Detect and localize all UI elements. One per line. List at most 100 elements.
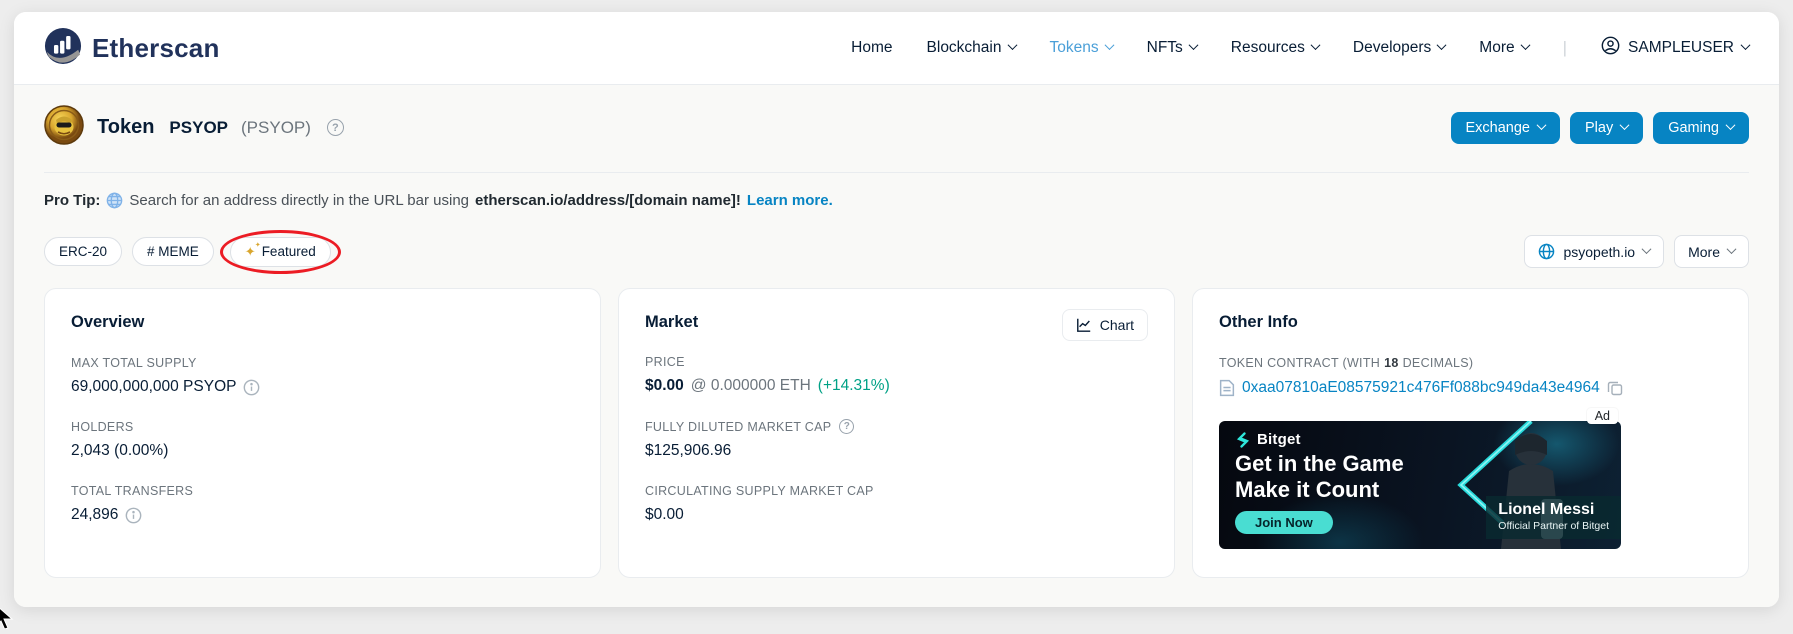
join-now-button[interactable]: Join Now: [1235, 510, 1333, 534]
token-actions: psyopeth.io More: [1524, 235, 1749, 268]
tag-featured[interactable]: ✦ Featured: [229, 236, 331, 267]
holders-label: HOLDERS: [71, 420, 134, 434]
gaming-button[interactable]: Gaming: [1653, 111, 1749, 144]
chevron-down-icon: [1520, 40, 1531, 51]
total-transfers-field: TOTAL TRANSFERS 24,896: [71, 484, 574, 524]
nav-item-more[interactable]: More: [1479, 39, 1531, 57]
top-navbar: Etherscan Home Blockchain Tokens NFTs Re…: [14, 12, 1779, 85]
other-info-card: Other Info TOKEN CONTRACT (WITH 18 DECIM…: [1192, 288, 1749, 578]
pro-tip-prefix: Pro Tip:: [44, 192, 101, 209]
token-tags: ERC-20 # MEME ✦ Featured: [44, 229, 341, 274]
contract-label-pre: TOKEN CONTRACT (WITH: [1219, 356, 1381, 370]
ad-brand-name: Bitget: [1257, 431, 1301, 448]
max-total-supply-label: MAX TOTAL SUPPLY: [71, 356, 197, 370]
ad-person-subtitle: Official Partner of Bitget: [1498, 520, 1609, 532]
token-symbol: (PSYOP): [241, 117, 311, 137]
overview-title: Overview: [71, 313, 145, 331]
fdmc-field: FULLY DILUTED MARKET CAP $125,906.96: [645, 419, 1148, 460]
chevron-down-icon: [1104, 40, 1115, 51]
chevron-down-icon: [1641, 243, 1652, 254]
document-icon: [1219, 379, 1235, 397]
info-icon[interactable]: [243, 379, 260, 396]
info-icon[interactable]: [125, 507, 142, 524]
globe-icon: [1538, 243, 1555, 260]
holders-field: HOLDERS 2,043 (0.00%): [71, 420, 574, 460]
nav-item-blockchain[interactable]: Blockchain: [927, 39, 1017, 57]
brand-name: Etherscan: [92, 32, 220, 63]
play-button[interactable]: Play: [1570, 111, 1644, 144]
more-dropdown[interactable]: More: [1674, 235, 1749, 268]
contract-label-post: DECIMALS): [1402, 356, 1474, 370]
nav-item-nfts[interactable]: NFTs: [1147, 39, 1199, 57]
nav-item-developers[interactable]: Developers: [1353, 39, 1447, 57]
fdmc-label: FULLY DILUTED MARKET CAP: [645, 419, 832, 434]
market-title: Market: [645, 313, 699, 331]
contract-address-link[interactable]: 0xaa07810aE08575921c476Ff088bc949da43e49…: [1242, 379, 1600, 397]
csmc-value: $0.00: [645, 506, 684, 523]
featured-annotation: ✦ Featured: [219, 229, 341, 274]
price-field: PRICE $0.00 @ 0.000000 ETH (+14.31%): [645, 355, 1148, 395]
total-transfers-label: TOTAL TRANSFERS: [71, 484, 194, 498]
ad-badge: Ad: [1586, 408, 1618, 424]
token-help-icon[interactable]: [326, 119, 344, 136]
chevron-down-icon: [1007, 40, 1017, 51]
line-chart-icon: [1076, 317, 1092, 333]
page-content: Token PSYOP (PSYOP) Exchange Play Gaming…: [14, 85, 1779, 607]
mouse-cursor: [0, 605, 16, 634]
pro-tip-highlight: etherscan.io/address/[domain name]!: [475, 192, 741, 209]
bitget-logo-icon: [1235, 431, 1251, 448]
exchange-button[interactable]: Exchange: [1450, 111, 1560, 144]
tag-row: ERC-20 # MEME ✦ Featured: [44, 229, 1749, 274]
chevron-down-icon: [1436, 40, 1447, 51]
ad-person-name: Lionel Messi: [1498, 501, 1595, 518]
nav-divider: |: [1562, 38, 1568, 57]
token-logo-icon: [44, 105, 84, 150]
chevron-down-icon: [1619, 119, 1630, 130]
nav-item-resources[interactable]: Resources: [1231, 39, 1321, 57]
etherscan-logo-icon: [44, 27, 82, 70]
tag-erc20[interactable]: ERC-20: [44, 237, 123, 266]
chevron-down-icon: [1726, 243, 1737, 254]
price-eth: @ 0.000000 ETH: [690, 377, 811, 394]
pro-tip: Pro Tip: Search for an address directly …: [44, 192, 1749, 209]
ad-headline-1: Get in the Game: [1235, 451, 1404, 476]
price-change: (+14.31%): [817, 377, 890, 394]
sparkle-icon: ✦: [245, 241, 261, 260]
ad-headline-2: Make it Count: [1235, 476, 1380, 502]
ad-container: Ad Bitget Get in the Game Make it Count …: [1219, 408, 1621, 549]
max-total-supply-value: 69,000,000,000 PSYOP: [71, 378, 237, 395]
chevron-down-icon: [1725, 119, 1736, 130]
user-icon: [1601, 36, 1620, 60]
fdmc-help-icon[interactable]: [839, 419, 855, 434]
page-title: Token: [97, 116, 155, 138]
other-info-title: Other Info: [1219, 313, 1298, 331]
max-total-supply-field: MAX TOTAL SUPPLY 69,000,000,000 PSYOP: [71, 356, 574, 396]
nav-user-menu[interactable]: SAMPLEUSER: [1601, 36, 1751, 60]
header-divider: [44, 172, 1749, 173]
token-identity: Token PSYOP (PSYOP): [44, 105, 344, 150]
header-buttons: Exchange Play Gaming: [1450, 111, 1749, 144]
app-window: Etherscan Home Blockchain Tokens NFTs Re…: [14, 12, 1779, 607]
fdmc-value: $125,906.96: [645, 442, 732, 459]
price-label: PRICE: [645, 355, 685, 369]
holders-value: 2,043 (0.00%): [71, 442, 169, 459]
csmc-field: CIRCULATING SUPPLY MARKET CAP $0.00: [645, 484, 1148, 524]
token-name: PSYOP: [169, 117, 229, 137]
token-header: Token PSYOP (PSYOP) Exchange Play Gaming: [44, 85, 1749, 150]
website-dropdown[interactable]: psyopeth.io: [1524, 235, 1665, 268]
price-usd: $0.00: [645, 377, 684, 394]
chart-button[interactable]: Chart: [1061, 309, 1148, 341]
token-contract-field: TOKEN CONTRACT (WITH 18 DECIMALS) 0xaa07…: [1219, 356, 1722, 397]
bitget-ad-banner[interactable]: Bitget Get in the Game Make it Count Joi…: [1219, 421, 1621, 549]
user-name: SAMPLEUSER: [1628, 39, 1734, 56]
copy-icon[interactable]: [1607, 380, 1623, 396]
pro-tip-text: Search for an address directly in the UR…: [129, 192, 470, 209]
csmc-label: CIRCULATING SUPPLY MARKET CAP: [645, 484, 874, 498]
total-transfers-value: 24,896: [71, 506, 119, 523]
etherscan-logo[interactable]: Etherscan: [44, 27, 220, 70]
ad-person-box: Lionel Messi Official Partner of Bitget: [1486, 496, 1621, 539]
nav-item-home[interactable]: Home: [851, 39, 892, 57]
nav-item-tokens[interactable]: Tokens: [1050, 39, 1115, 57]
learn-more-link[interactable]: Learn more.: [747, 192, 833, 209]
tag-meme[interactable]: # MEME: [132, 237, 214, 266]
